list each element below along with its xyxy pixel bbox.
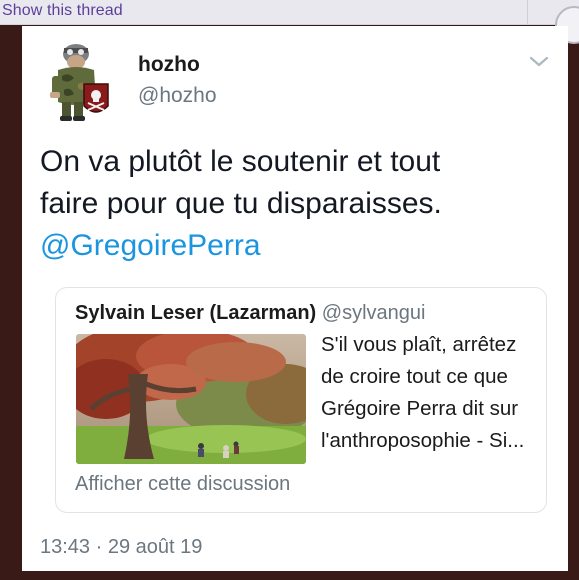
tweet-handle[interactable]: @hozho bbox=[138, 84, 217, 108]
show-discussion-link[interactable]: Afficher cette discussion bbox=[75, 473, 290, 496]
quoted-image[interactable] bbox=[76, 334, 306, 464]
quoted-text-line: Grégoire Perra dit sur bbox=[321, 397, 519, 420]
quoted-text-line: de croire tout ce que bbox=[321, 365, 508, 388]
quoted-text: S'il vous plaît, arrêtez de croire tout … bbox=[321, 329, 546, 457]
quoted-tweet[interactable]: Sylvain Leser (Lazarman) @sylvangui S'il… bbox=[55, 287, 547, 513]
tweet-text-line: faire pour que tu disparaisses. bbox=[40, 187, 442, 220]
quoted-display-name[interactable]: Sylvain Leser (Lazarman) bbox=[75, 302, 316, 324]
tweet-text-line: On va plutôt le soutenir et tout bbox=[40, 145, 441, 178]
tweet-card: hozho @hozho On va plutôt le soutenir et… bbox=[22, 26, 568, 571]
show-thread-link[interactable]: Show this thread bbox=[2, 2, 123, 20]
top-bar-divider bbox=[527, 0, 528, 24]
quoted-text-line: S'il vous plaît, arrêtez bbox=[321, 333, 517, 356]
avatar[interactable] bbox=[46, 40, 112, 122]
tweet-timestamp[interactable]: 13:43 · 29 août 19 bbox=[40, 536, 202, 559]
chevron-down-icon[interactable] bbox=[527, 52, 551, 72]
mention-link[interactable]: @GregoirePerra bbox=[40, 225, 540, 267]
quoted-text-line: l'anthroposophie - Si... bbox=[321, 429, 525, 452]
quoted-handle[interactable]: @sylvangui bbox=[322, 302, 426, 324]
top-bar: Show this thread bbox=[0, 0, 579, 44]
tweet-display-name[interactable]: hozho bbox=[138, 53, 200, 77]
tweet-text: On va plutôt le soutenir et tout faire p… bbox=[40, 141, 540, 267]
quoted-author[interactable]: Sylvain Leser (Lazarman) @sylvangui bbox=[75, 302, 425, 325]
